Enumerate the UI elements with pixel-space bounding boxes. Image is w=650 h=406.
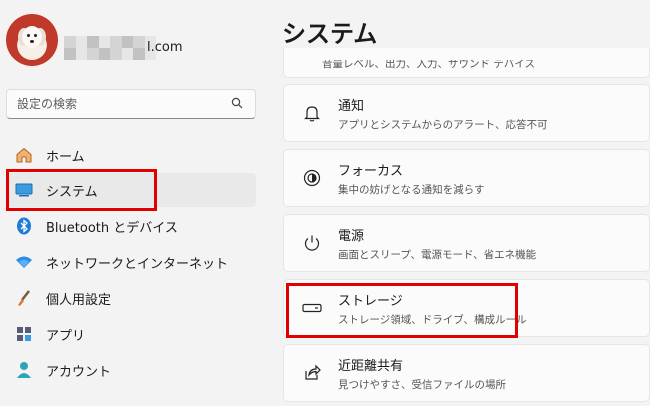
card-title: 電源 [338,228,365,244]
power-icon [292,234,332,252]
card-subtitle: 集中の妨げとなる通知を減らす [338,183,485,196]
settings-card-power[interactable]: 電源 画面とスリープ、電源モード、省エネ機能 [283,214,650,272]
sidebar-item-apps[interactable]: アプリ [6,317,256,351]
account-email: l.com [147,40,183,55]
sidebar-item-label: 個人用設定 [46,292,112,308]
settings-card-nearby-sharing[interactable]: 近距離共有 見つけやすさ、受信ファイルの場所 [283,344,650,402]
sidebar-item-label: アカウント [46,364,112,380]
home-icon [14,145,34,165]
highlight-box-system [6,169,157,211]
share-icon [292,364,332,382]
email-redacted [64,36,156,60]
page-title: システム [282,20,378,48]
card-subtitle: 見つけやすさ、受信ファイルの場所 [338,378,506,391]
wifi-icon [14,252,34,272]
sidebar-item-home[interactable]: ホーム [6,138,256,172]
card-subtitle: 画面とスリープ、電源モード、省エネ機能 [338,248,537,261]
sidebar-item-label: アプリ [46,328,86,344]
card-title: フォーカス [338,163,404,179]
card-subtitle: アプリとシステムからのアラート、応答不可 [338,118,548,131]
settings-card-notifications[interactable]: 通知 アプリとシステムからのアラート、応答不可 [283,84,650,142]
settings-card-focus[interactable]: フォーカス 集中の妨げとなる通知を減らす [283,149,650,207]
bell-icon [292,104,332,122]
search-input[interactable] [17,97,231,111]
search-box[interactable] [6,89,256,119]
sidebar: l.com ホーム システム Bluetooth とデバイス [0,0,268,406]
brush-icon [14,288,34,308]
sidebar-item-personalization[interactable]: 個人用設定 [6,281,256,315]
card-title: 近距離共有 [338,358,404,374]
sidebar-item-label: ホーム [46,149,85,165]
bluetooth-icon [14,216,34,236]
apps-icon [14,324,34,344]
sidebar-item-network[interactable]: ネットワークとインターネット [6,245,256,279]
sidebar-item-accounts[interactable]: アカウント [6,353,256,387]
sidebar-item-bluetooth[interactable]: Bluetooth とデバイス [6,209,256,243]
search-icon[interactable] [231,97,245,111]
sidebar-item-label: ネットワークとインターネット [46,256,229,272]
card-title: 通知 [338,98,365,114]
person-icon [14,360,34,380]
highlight-box-storage [286,283,518,338]
focus-icon [292,169,332,187]
sidebar-item-label: Bluetooth とデバイス [46,220,178,236]
avatar[interactable] [6,14,58,66]
